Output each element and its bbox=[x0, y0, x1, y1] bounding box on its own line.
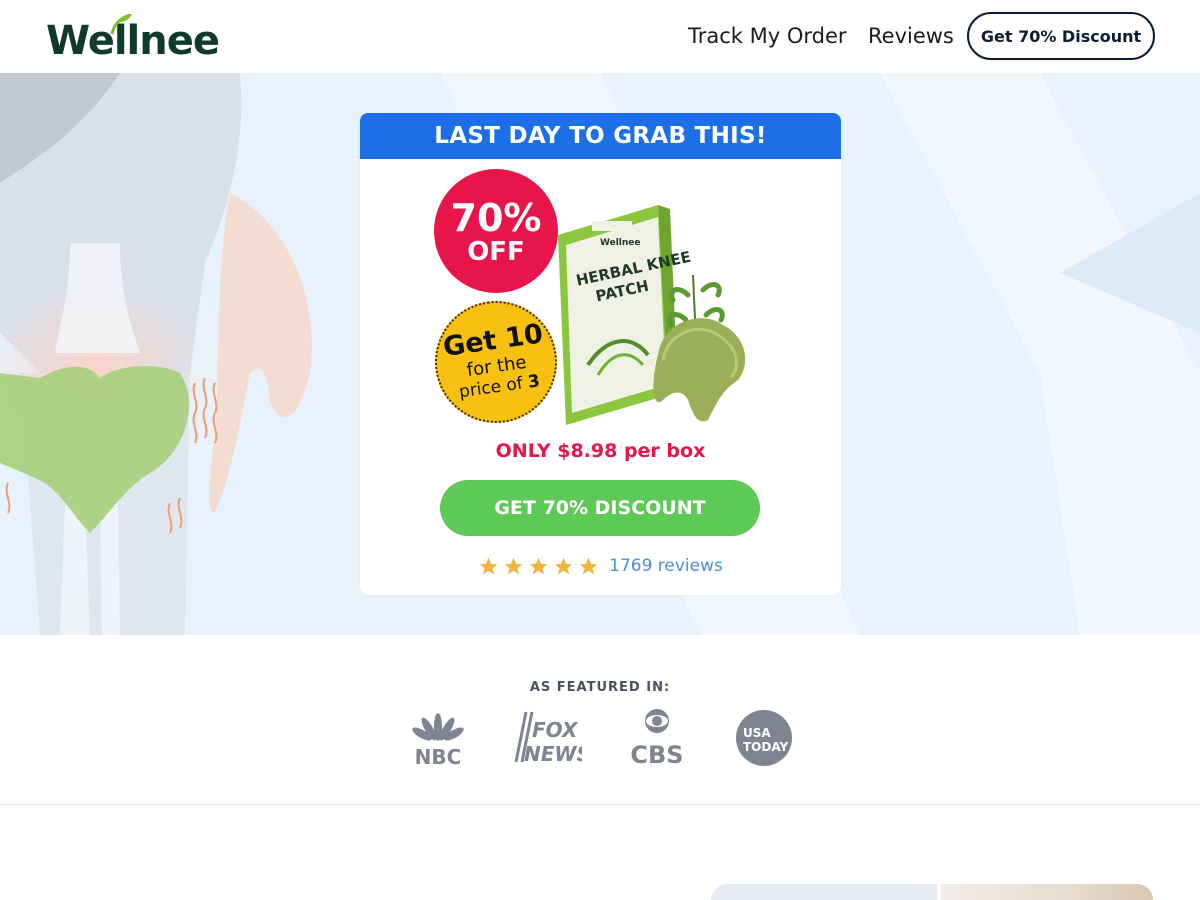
news-text: NEWS bbox=[524, 742, 582, 766]
fox-text: FOX bbox=[532, 718, 579, 742]
get-discount-button[interactable]: GET 70% DISCOUNT bbox=[440, 480, 760, 536]
hero-section: LAST DAY TO GRAB THIS! Wellnee HERBAL KN… bbox=[0, 73, 1200, 635]
content-image-right bbox=[941, 884, 1153, 900]
today-text: TODAY bbox=[743, 740, 788, 754]
wellnee-logo[interactable]: Wellnee bbox=[46, 13, 220, 64]
star-icon bbox=[579, 557, 598, 574]
rating-row[interactable]: 1769 reviews bbox=[360, 553, 841, 579]
leaf-icon bbox=[110, 13, 132, 35]
deal-line-3-value: 3 bbox=[526, 371, 542, 393]
nav-track-order[interactable]: Track My Order bbox=[688, 24, 847, 48]
star-icon bbox=[554, 557, 573, 574]
content-image-left bbox=[711, 884, 937, 900]
discount-badge: 70% OFF bbox=[434, 169, 558, 293]
cbs-eye-icon bbox=[645, 709, 669, 733]
discount-percent: 70% bbox=[450, 196, 542, 240]
nbc-peacock-icon bbox=[412, 713, 464, 741]
price-text: ONLY $8.98 per box bbox=[495, 440, 706, 462]
cbs-logo: CBS bbox=[630, 709, 684, 767]
nbc-logo: NBC bbox=[412, 713, 464, 767]
cbs-text: CBS bbox=[630, 741, 683, 767]
star-icon bbox=[529, 557, 548, 574]
featured-title: AS FEATURED IN: bbox=[529, 680, 671, 695]
product-image[interactable]: Wellnee HERBAL KNEE PATCH bbox=[538, 185, 768, 435]
usa-text: USA bbox=[743, 726, 771, 740]
usa-today-logo: USA TODAY bbox=[736, 710, 792, 766]
star-icon bbox=[504, 557, 523, 574]
offer-card: LAST DAY TO GRAB THIS! Wellnee HERBAL KN… bbox=[360, 113, 841, 595]
offer-banner: LAST DAY TO GRAB THIS! bbox=[360, 113, 841, 159]
nav-reviews[interactable]: Reviews bbox=[868, 24, 954, 48]
fox-news-logo: FOX NEWS bbox=[514, 711, 582, 766]
site-header: Wellnee Track My Order Reviews Get 70% D… bbox=[0, 0, 1200, 73]
product-brand: Wellnee bbox=[600, 238, 641, 248]
nbc-text: NBC bbox=[415, 745, 462, 767]
reviews-count-link[interactable]: 1769 reviews bbox=[609, 556, 723, 576]
featured-in-section: AS FEATURED IN: NBC FOX NEWS CBS USA TOD… bbox=[0, 635, 1200, 805]
star-icon bbox=[479, 557, 498, 574]
header-discount-button[interactable]: Get 70% Discount bbox=[967, 12, 1155, 60]
knee-illustration bbox=[0, 73, 312, 635]
discount-off-label: OFF bbox=[467, 237, 525, 267]
